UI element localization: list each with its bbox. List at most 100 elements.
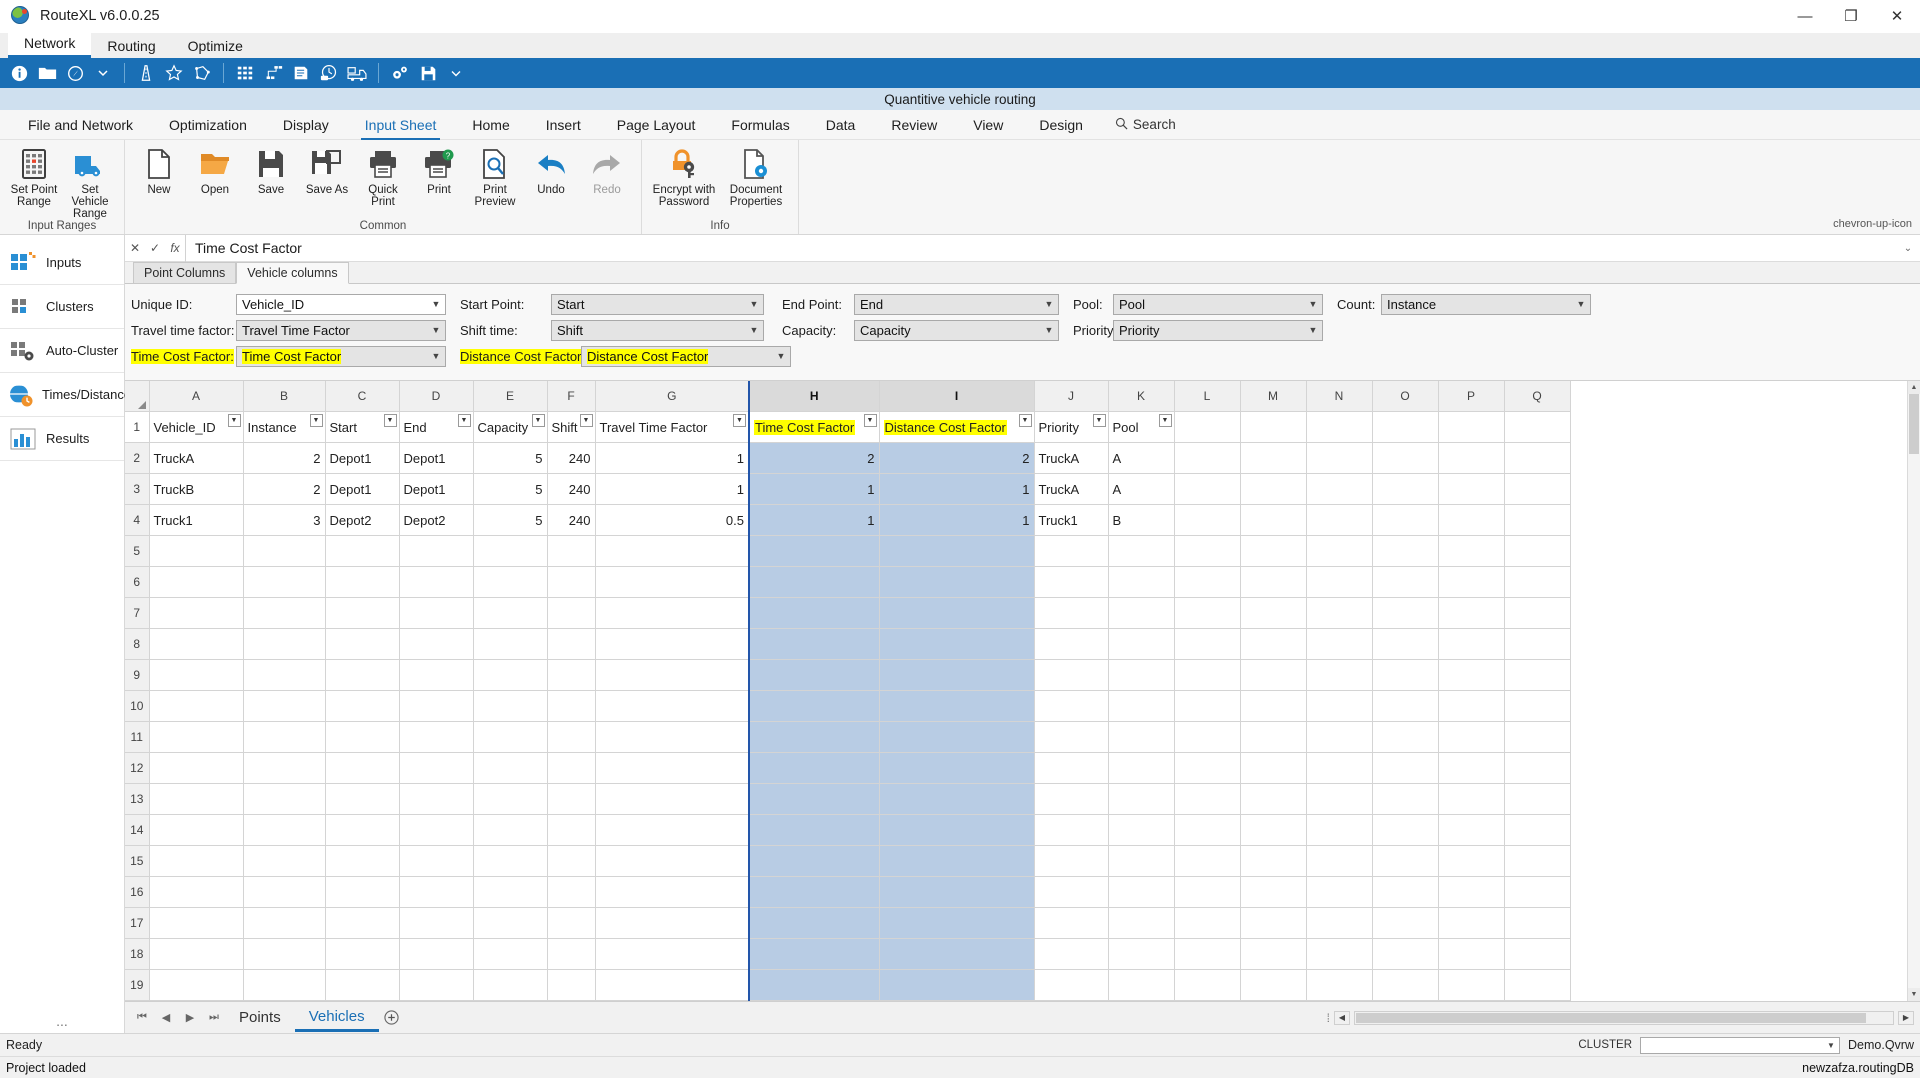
table-cell[interactable] [325, 814, 400, 847]
column-header-H[interactable]: H [748, 381, 880, 413]
table-cell[interactable] [1240, 783, 1307, 816]
table-cell[interactable]: 240 [547, 442, 596, 475]
table-row[interactable]: 7 [125, 597, 1571, 630]
table-cell[interactable]: 3 [243, 504, 326, 537]
column-filter-header[interactable] [1240, 411, 1307, 444]
table-cell[interactable] [243, 659, 326, 692]
table-row[interactable]: 10 [125, 690, 1571, 723]
table-cell[interactable] [1306, 845, 1373, 877]
tab-view[interactable]: View [955, 113, 1021, 137]
row-header[interactable]: 19 [125, 969, 150, 1001]
table-cell[interactable] [1034, 690, 1109, 723]
table-cell[interactable] [1034, 814, 1109, 847]
row-header[interactable]: 1 [125, 411, 150, 444]
table-cell[interactable] [325, 566, 400, 599]
table-cell[interactable] [1108, 907, 1175, 939]
table-cell[interactable] [748, 783, 880, 816]
table-cell[interactable] [149, 659, 244, 692]
table-cell[interactable] [1504, 690, 1571, 723]
sidebar-item-inputs[interactable]: Inputs [0, 241, 124, 285]
table-cell[interactable]: A [1108, 442, 1175, 475]
table-cell[interactable] [473, 907, 548, 939]
table-cell[interactable] [325, 752, 400, 785]
table-cell[interactable] [879, 814, 1035, 847]
column-header-Q[interactable]: Q [1504, 381, 1571, 413]
table-cell[interactable] [149, 814, 244, 847]
column-filter-header[interactable]: Start ▼ [325, 411, 400, 444]
table-cell[interactable] [547, 907, 596, 939]
table-cell[interactable] [1034, 969, 1109, 1001]
table-cell[interactable] [1372, 535, 1439, 568]
table-cell[interactable] [748, 845, 880, 877]
table-cell[interactable] [1240, 473, 1307, 506]
table-cell[interactable] [1306, 504, 1373, 537]
compass-icon[interactable] [62, 60, 88, 86]
row-header[interactable]: 10 [125, 690, 150, 723]
table-cell[interactable] [1504, 752, 1571, 785]
row-header[interactable]: 15 [125, 845, 150, 877]
table-cell[interactable]: 2 [748, 442, 880, 475]
maximize-button[interactable]: ❐ [1828, 0, 1874, 33]
table-cell[interactable] [1034, 876, 1109, 908]
table-cell[interactable] [1240, 659, 1307, 692]
tab-data[interactable]: Data [808, 113, 874, 137]
clock-icon[interactable] [316, 60, 342, 86]
table-cell[interactable] [1306, 628, 1373, 661]
table-cell[interactable] [473, 690, 548, 723]
tab-point-columns[interactable]: Point Columns [133, 262, 237, 283]
table-cell[interactable] [595, 659, 750, 692]
table-cell[interactable] [1240, 566, 1307, 599]
search-box[interactable]: Search [1101, 113, 1190, 137]
next-sheet-button[interactable]: ▶ [179, 1011, 201, 1024]
table-row[interactable]: 16 [125, 876, 1571, 908]
row-header[interactable]: 13 [125, 783, 150, 816]
column-header-F[interactable]: F [547, 381, 596, 413]
table-cell[interactable] [1438, 814, 1505, 847]
filter-dropdown-icon[interactable]: ▼ [579, 414, 593, 428]
row-header[interactable]: 17 [125, 907, 150, 939]
table-cell[interactable] [1504, 783, 1571, 816]
table-cell[interactable] [1438, 938, 1505, 970]
table-cell[interactable] [1174, 690, 1241, 723]
table-cell[interactable] [325, 876, 400, 908]
table-cell[interactable] [1306, 690, 1373, 723]
table-cell[interactable] [547, 597, 596, 630]
menu-item-optimize[interactable]: Optimize [172, 36, 259, 58]
scroll-down-button[interactable]: ▼ [1908, 988, 1920, 1001]
table-cell[interactable] [1174, 969, 1241, 1001]
filter-dropdown-icon[interactable]: ▼ [309, 414, 323, 428]
table-cell[interactable] [1372, 659, 1439, 692]
table-cell[interactable] [1174, 442, 1241, 475]
row-header[interactable]: 2 [125, 442, 150, 475]
table-cell[interactable] [1240, 938, 1307, 970]
table-cell[interactable] [879, 938, 1035, 970]
table-cell[interactable] [399, 969, 474, 1001]
table-cell[interactable]: Truck1 [149, 504, 244, 537]
table-cell[interactable] [149, 690, 244, 723]
table-cell[interactable] [325, 628, 400, 661]
scroll-thumb[interactable] [1909, 394, 1919, 454]
table-cell[interactable] [1504, 721, 1571, 754]
row-header[interactable]: 7 [125, 597, 150, 630]
table-cell[interactable] [1174, 628, 1241, 661]
table-cell[interactable] [473, 845, 548, 877]
table-cell[interactable] [1034, 783, 1109, 816]
table-cell[interactable] [1108, 721, 1175, 754]
table-cell[interactable] [1372, 442, 1439, 475]
open-button[interactable]: Open [187, 145, 243, 198]
quick-print-button[interactable]: Quick Print [355, 145, 411, 210]
table-cell[interactable] [748, 535, 880, 568]
table-cell[interactable] [595, 814, 750, 847]
column-header-N[interactable]: N [1306, 381, 1373, 413]
tab-formulas[interactable]: Formulas [713, 113, 807, 137]
table-cell[interactable] [1240, 504, 1307, 537]
table-cell[interactable] [243, 814, 326, 847]
row-header[interactable]: 4 [125, 504, 150, 537]
column-header-M[interactable]: M [1240, 381, 1307, 413]
table-cell[interactable] [879, 535, 1035, 568]
network-nodes-icon[interactable] [260, 60, 286, 86]
table-cell[interactable] [1240, 752, 1307, 785]
select-all-corner[interactable] [125, 381, 150, 413]
table-cell[interactable]: TruckB [149, 473, 244, 506]
table-cell[interactable] [748, 597, 880, 630]
